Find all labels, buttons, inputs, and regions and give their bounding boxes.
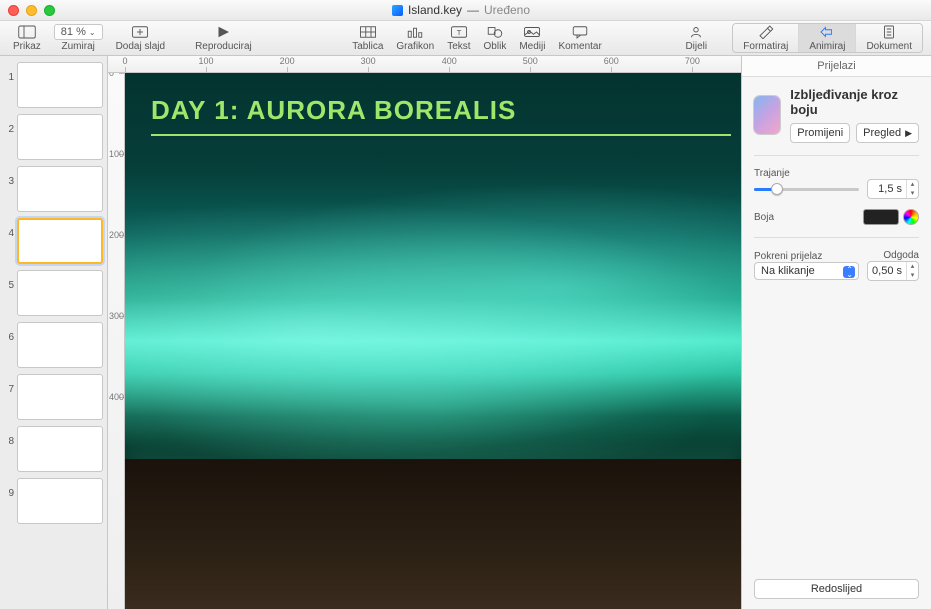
slide-thumbnail-preview (17, 426, 103, 472)
slide-number: 3 (4, 166, 14, 187)
insert-text-button[interactable]: T Tekst (442, 24, 475, 52)
document-type-icon (392, 5, 403, 16)
inspector-panel: Prijelazi Izbljeđivanje kroz boju Promij… (741, 56, 931, 609)
inspector-tabs: Formatiraj Animiraj Dokument (732, 23, 923, 53)
start-transition-label: Pokreni prijelaz (754, 251, 859, 262)
document-inspector-tab[interactable]: Dokument (855, 24, 922, 52)
horizontal-ruler: 0100200300400500600700 (108, 56, 741, 73)
preview-transition-button[interactable]: Pregled▶ (856, 123, 919, 143)
transition-color-well[interactable] (863, 209, 899, 225)
close-window-button[interactable] (8, 5, 19, 16)
zoom-menu-button[interactable]: 81 %⌄ Zumiraj (49, 24, 108, 52)
slide-thumbnail-preview (17, 166, 103, 212)
slide-thumbnail[interactable]: 7 (4, 374, 103, 420)
animate-inspector-tab[interactable]: Animiraj (798, 24, 855, 52)
slide-number: 4 (4, 218, 14, 239)
change-transition-button[interactable]: Promijeni (790, 123, 850, 143)
slide-thumbnail[interactable]: 2 (4, 114, 103, 160)
delay-stepper[interactable]: 0,50 s ▴▾ (867, 261, 919, 281)
delay-label: Odgoda (867, 250, 919, 261)
slide-canvas-viewport[interactable]: DAY 1: AURORA BOREALIS (125, 73, 741, 609)
slide-thumbnail[interactable]: 6 (4, 322, 103, 368)
slide-number: 5 (4, 270, 14, 291)
build-order-button[interactable]: Redoslijed (754, 579, 919, 599)
slide-thumbnail-preview (17, 114, 103, 160)
slide-navigator[interactable]: 1ICELAND23456789 (0, 56, 108, 609)
slide-thumbnail[interactable]: 5 (4, 270, 103, 316)
slide-thumbnail-preview (17, 478, 103, 524)
slide-thumbnail-preview (17, 218, 103, 264)
duration-slider[interactable] (754, 182, 859, 196)
duration-label: Trajanje (754, 168, 919, 179)
vertical-ruler: 0100200300400 (108, 73, 125, 609)
document-filename: Island.key (408, 3, 462, 17)
insert-media-button[interactable]: Mediji (514, 24, 550, 52)
window-controls (8, 5, 55, 16)
slide-number: 2 (4, 114, 14, 135)
minimize-window-button[interactable] (26, 5, 37, 16)
document-edited-status: Uređeno (484, 3, 530, 17)
main-toolbar: Prikaz 81 %⌄ Zumiraj Dodaj slajd Reprodu… (0, 21, 931, 56)
duration-stepper[interactable]: 1,5 s ▴▾ (867, 179, 919, 199)
transition-name-label: Izbljeđivanje kroz boju (790, 87, 919, 117)
fullscreen-window-button[interactable] (44, 5, 55, 16)
slide-title-text[interactable]: DAY 1: AURORA BOREALIS (151, 95, 721, 136)
slide-thumbnail[interactable]: 4 (4, 218, 103, 264)
share-button[interactable]: Dijeli (680, 24, 712, 52)
slide-number: 6 (4, 322, 14, 343)
svg-text:T: T (457, 28, 462, 37)
view-menu-button[interactable]: Prikaz (8, 24, 46, 52)
transition-swatch-icon (754, 96, 780, 134)
canvas-area: 0100200300400500600700 0100200300400 DAY… (108, 56, 741, 609)
start-transition-select[interactable]: Na klikanje ⌃⌄ (754, 262, 859, 280)
color-picker-icon[interactable] (903, 209, 919, 225)
insert-table-button[interactable]: Tablica (347, 24, 388, 52)
slide-number: 7 (4, 374, 14, 395)
slide-thumbnail[interactable]: 8 (4, 426, 103, 472)
slide-thumbnail-preview (17, 322, 103, 368)
slide-thumbnail[interactable]: 1ICELAND (4, 62, 103, 108)
inspector-section-title: Prijelazi (742, 56, 931, 77)
slide-thumbnail[interactable]: 3 (4, 166, 103, 212)
color-label: Boja (754, 212, 774, 223)
insert-comment-button[interactable]: Komentar (553, 24, 606, 52)
slide-thumbnail[interactable]: 9 (4, 478, 103, 524)
format-inspector-tab[interactable]: Formatiraj (733, 24, 798, 52)
add-slide-button[interactable]: Dodaj slajd (111, 24, 170, 52)
slide-number: 8 (4, 426, 14, 447)
slide-thumbnail-preview (17, 270, 103, 316)
slide-number: 9 (4, 478, 14, 499)
slide-thumbnail-preview (17, 374, 103, 420)
slide-thumbnail-preview: ICELAND (17, 62, 103, 108)
insert-shape-button[interactable]: Oblik (479, 24, 512, 52)
slide-number: 1 (4, 62, 14, 83)
play-button[interactable]: Reproduciraj (173, 24, 274, 52)
current-slide[interactable]: DAY 1: AURORA BOREALIS (125, 73, 741, 609)
window-titlebar: Island.key — Uređeno (0, 0, 931, 21)
insert-chart-button[interactable]: Grafikon (391, 24, 439, 52)
